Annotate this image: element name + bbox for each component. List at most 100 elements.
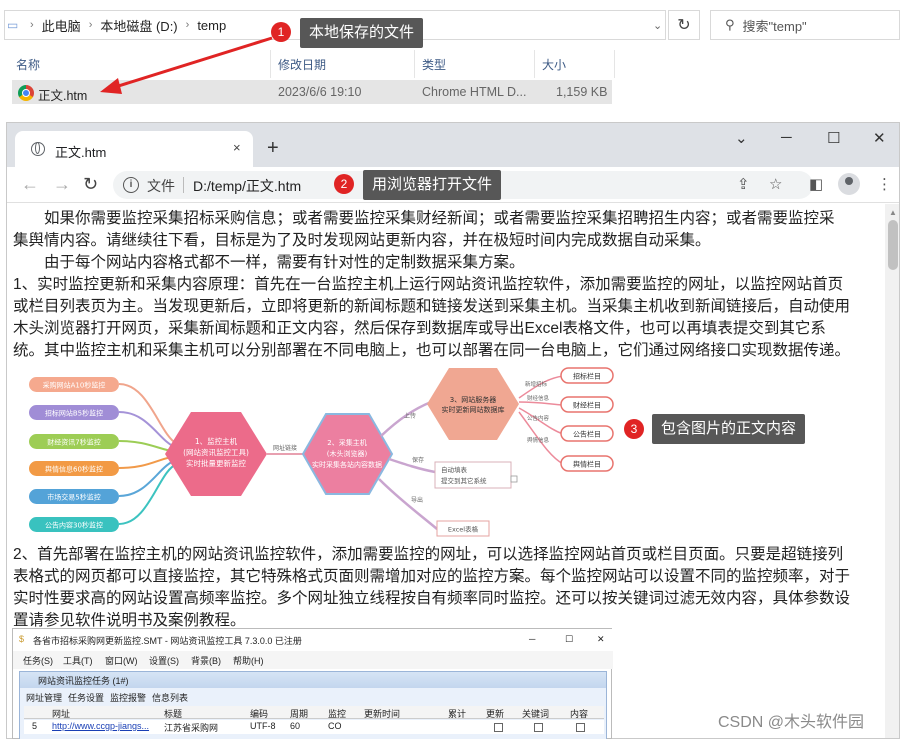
reload-icon[interactable]: ↻ — [83, 174, 98, 195]
app-title: 各省市招标采购网更新监控.SMT - 网站资讯监控工具 7.3.0.0 已注册 — [33, 636, 302, 646]
search-icon: ⚲ — [725, 17, 735, 32]
source-label: 舆情信息60秒监控 — [45, 465, 103, 474]
column-header-modified[interactable]: 修改日期 — [278, 56, 326, 73]
app-menu-item: 窗口(W) — [105, 656, 138, 666]
app-menu-item: 任务(S) — [23, 656, 53, 666]
chevron-right-icon: › — [88, 19, 93, 31]
app-menu-item: 工具(T) — [63, 656, 93, 666]
file-list-header: 名称 修改日期 类型 大小 — [0, 50, 620, 78]
tab-strip: 正文.htm × + ⌄ ─ ☐ ✕ — [7, 123, 899, 167]
app-task-panel: 网站资讯监控任务 (1#) 网址管理 任务设置 监控报警 信息列表 网址 标题 … — [19, 671, 607, 739]
column-divider[interactable] — [270, 50, 271, 78]
column-label: 财经栏目 — [573, 401, 601, 410]
app-tab: 信息列表 — [152, 693, 189, 703]
app-row-number: 5 — [32, 721, 38, 731]
app-panel-title: 网站资讯监控任务 (1#) — [38, 676, 129, 686]
browser-tab[interactable]: 正文.htm × — [15, 131, 253, 167]
close-window-icon[interactable]: ✕ — [873, 129, 886, 147]
column-header-size[interactable]: 大小 — [542, 56, 566, 73]
app-table-header: 网址 标题 编码 周期 监控 更新时间 累计 更新 关键词 内容 — [24, 706, 604, 719]
column-header-name[interactable]: 名称 — [16, 56, 40, 73]
app-col-header: 更新 — [486, 709, 505, 719]
app-table-row: 5 http://www.ccgp-jiangs... 江苏省采购网 UTF-8… — [24, 720, 604, 734]
side-panel-icon[interactable]: ◧ — [809, 175, 823, 193]
edge-label: 保存 — [412, 456, 424, 464]
column-divider[interactable] — [614, 50, 615, 78]
app-row-period: 60 — [290, 721, 301, 731]
app-col-header: 内容 — [570, 709, 589, 719]
column-divider[interactable] — [534, 50, 535, 78]
paragraph-principle-line: 或栏目列表页为主。当发现更新后，立即将更新的新闻标题和链接发送到采集主机。当采集… — [13, 298, 851, 315]
url-text[interactable]: D:/temp/正文.htm — [193, 176, 301, 196]
app-titlebar: $ 各省市招标采购网更新监控.SMT - 网站资讯监控工具 7.3.0.0 已注… — [13, 629, 613, 651]
source-label: 公告内容30秒监控 — [45, 521, 103, 530]
annotation-badge-3: 3 — [624, 419, 644, 439]
app-tab: 任务设置 — [68, 693, 105, 703]
column-header-type[interactable]: 类型 — [422, 56, 446, 73]
profile-avatar-icon[interactable] — [838, 173, 860, 195]
maximize-icon[interactable]: ☐ — [827, 129, 840, 147]
app-col-header: 标题 — [164, 709, 183, 719]
bookmark-star-icon[interactable]: ☆ — [769, 175, 782, 193]
paragraph-note: 由于每个网站内容格式都不一样，需要有针对性的定制数据采集方案。 — [13, 254, 525, 271]
tab-title: 正文.htm — [55, 145, 107, 160]
share-icon[interactable]: ⇪ — [737, 175, 750, 193]
app-col-header: 更新时间 — [364, 709, 401, 719]
annotation-label-2: 用浏览器打开文件 — [363, 170, 502, 200]
app-panel-titlebar: 网站资讯监控任务 (1#) — [20, 672, 606, 688]
refresh-button[interactable]: ↻ — [668, 10, 700, 40]
chrome-file-icon — [18, 85, 34, 101]
app-row-title: 江苏省采购网 — [164, 723, 219, 733]
paragraph-deploy-line: 表格式的网页都可以直接监控，其它特殊格式页面则需增加对应的监控方案。每个监控网站… — [13, 568, 851, 585]
explorer-search-input[interactable]: ⚲ 搜索"temp" — [710, 10, 900, 40]
breadcrumb-this-pc[interactable]: 此电脑 — [39, 16, 84, 35]
app-menu-item: 设置(S) — [149, 656, 179, 666]
globe-icon — [31, 142, 45, 156]
explorer-address-row: ▭ › 此电脑 › 本地磁盘 (D:) › temp ⌄ ↻ ⚲ 搜索"temp… — [0, 8, 900, 44]
app-close-icon: ✕ — [597, 634, 605, 644]
chevron-down-icon[interactable]: ⌄ — [653, 19, 662, 32]
this-pc-icon: ▭ — [7, 18, 19, 32]
source-label: 市场交易5秒监控 — [47, 493, 100, 502]
app-row-monitor: CO — [328, 721, 342, 731]
file-name: 正文.htm — [38, 89, 88, 103]
vertical-scrollbar[interactable]: ▲ — [885, 204, 899, 738]
refresh-icon: ↻ — [677, 17, 691, 34]
tab-search-chevron-icon[interactable]: ⌄ — [735, 129, 748, 147]
source-label: 采购网站A10秒监控 — [43, 381, 106, 390]
column-label: 公告栏目 — [573, 430, 601, 439]
back-arrow-icon[interactable]: ← — [21, 174, 39, 195]
file-size: 1,159 KB — [556, 85, 608, 99]
column-label: 舆情栏目 — [573, 460, 601, 469]
hexagon-label: 3、网站服务器 — [450, 395, 496, 404]
app-col-header: 网址 — [52, 709, 71, 719]
close-tab-icon[interactable]: × — [233, 140, 241, 155]
app-row-url: http://www.ccgp-jiangs... — [52, 721, 150, 731]
new-tab-button[interactable]: + — [267, 137, 279, 160]
file-row[interactable]: 正文.htm 2023/6/6 19:10 Chrome HTML D... 1… — [12, 80, 612, 104]
info-icon[interactable]: i — [123, 177, 139, 193]
web-server-hexagon — [427, 368, 519, 440]
app-logo-icon: $ — [19, 634, 25, 644]
column-divider[interactable] — [414, 50, 415, 78]
annotation-badge-2: 2 — [334, 174, 354, 194]
breadcrumb-temp[interactable]: temp — [194, 18, 229, 33]
hexagon-label: (木头浏览器) — [327, 449, 368, 458]
search-placeholder: 搜索"temp" — [742, 18, 807, 34]
forward-arrow-icon[interactable]: → — [53, 174, 71, 195]
workflow-diagram-image: 采购网站A10秒监控 招标网站B5秒监控 财经资讯7秒监控 舆情信息60秒监控 … — [29, 367, 614, 537]
column-label: 招标栏目 — [573, 372, 601, 381]
minimize-icon[interactable]: ─ — [781, 129, 792, 146]
scrollbar-thumb[interactable] — [888, 220, 898, 270]
paragraph-principle-line: 木头浏览器打开网页，采集新闻标题和正文内容，然后保存到数据库或导出Excel表格… — [13, 320, 826, 337]
app-minimize-icon: ─ — [529, 634, 536, 644]
paragraph-principle-line: 1、实时监控更新和采集内容原理：首先在一台监控主机上运行网站资讯监控软件，添加需… — [13, 276, 844, 293]
kebab-menu-icon[interactable]: ⋮ — [877, 175, 892, 193]
paragraph-deploy-line: 实时性要求高的网站设置高频率监控。多个网址独立线程按自有频率同时监控。还可以按关… — [13, 590, 851, 607]
hexagon-label: 实时批量更新监控 — [186, 458, 246, 468]
app-menubar: 任务(S) 工具(T) 窗口(W) 设置(S) 背景(B) 帮助(H) — [13, 651, 613, 669]
hexagon-label: 实时更新网站数据库 — [442, 405, 505, 414]
scroll-up-arrow-icon[interactable]: ▲ — [889, 208, 897, 217]
source-label: 招标网站B5秒监控 — [45, 409, 103, 418]
breadcrumb-drive-d[interactable]: 本地磁盘 (D:) — [97, 16, 180, 35]
